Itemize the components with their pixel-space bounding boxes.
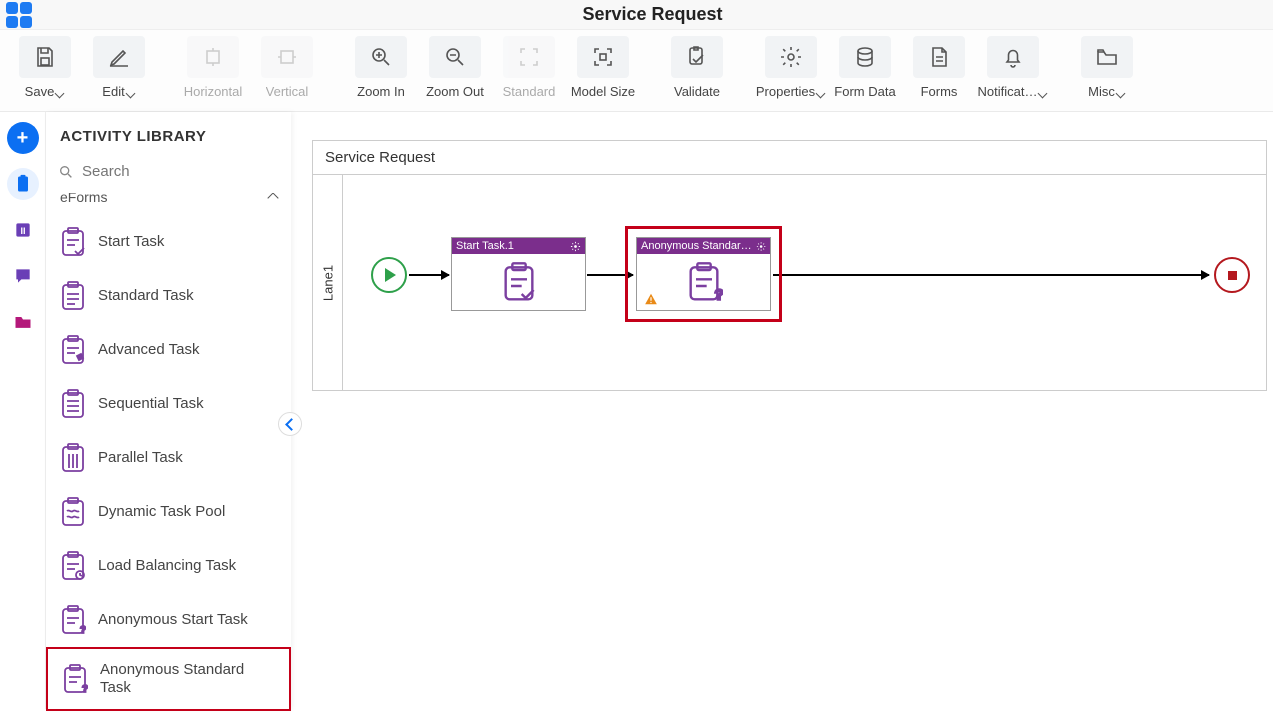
svg-text:?: ? (82, 684, 88, 694)
validate-icon (671, 36, 723, 78)
canvas-title: Service Request (313, 141, 1266, 175)
flow-arrow[interactable] (409, 274, 449, 276)
activity-library-tab[interactable] (7, 168, 39, 200)
activity-group-eforms[interactable]: eForms (46, 193, 291, 215)
zoom-standard-button: Standard (494, 36, 564, 99)
task-node-anonymous-standard-task[interactable]: Anonymous Standard T... ? (636, 237, 771, 311)
page-title: Service Request (32, 4, 1273, 25)
align-horizontal-button: Horizontal (178, 36, 248, 99)
chevron-down-icon (1117, 87, 1126, 96)
gear-icon (765, 36, 817, 78)
process-canvas[interactable]: Service Request Lane1 Start Task.1 (312, 140, 1267, 391)
zoom-model-size-button[interactable]: Model Size (568, 36, 638, 99)
flow-arrow[interactable] (587, 274, 633, 276)
align-vertical-icon (261, 36, 313, 78)
edit-button[interactable]: Edit (84, 36, 154, 99)
comments-tab[interactable] (7, 260, 39, 292)
variables-tab[interactable]: II (7, 214, 39, 246)
svg-text:II: II (20, 226, 25, 236)
svg-text:?: ? (80, 625, 86, 635)
canvas-area: Service Request Lane1 Start Task.1 (300, 140, 1273, 709)
chevron-up-icon (269, 193, 277, 205)
zoom-in-icon (355, 36, 407, 78)
database-icon (839, 36, 891, 78)
activity-parallel-task[interactable]: Parallel Task (46, 431, 291, 485)
lane-body[interactable]: Start Task.1 Anonymous Standard T... ? (343, 175, 1266, 390)
zoom-in-button[interactable]: Zoom In (346, 36, 416, 99)
end-event[interactable] (1214, 257, 1250, 293)
chevron-down-icon (1039, 87, 1048, 96)
activity-dynamic-task-pool[interactable]: Dynamic Task Pool (46, 485, 291, 539)
chevron-down-icon (817, 87, 826, 96)
zoom-model-size-icon (577, 36, 629, 78)
clipboard-check-icon (500, 262, 538, 302)
activity-advanced-task[interactable]: Advanced Task (46, 323, 291, 377)
flow-arrow[interactable] (773, 274, 1209, 276)
activity-sequential-task[interactable]: Sequential Task (46, 377, 291, 431)
activity-load-balancing-task[interactable]: Load Balancing Task (46, 539, 291, 593)
task-node-title: Start Task.1 (456, 240, 514, 252)
zoom-standard-icon (503, 36, 555, 78)
activity-library-title: ACTIVITY LIBRARY (46, 112, 291, 153)
lane-label[interactable]: Lane1 (313, 175, 343, 390)
activity-start-task[interactable]: Start Task (46, 215, 291, 269)
search-input[interactable] (82, 157, 279, 186)
chevron-down-icon (127, 87, 136, 96)
activity-library-search[interactable] (58, 157, 279, 187)
notifications-button[interactable]: Notificat… (978, 36, 1048, 99)
save-icon (19, 36, 71, 78)
activity-library-panel: ACTIVITY LIBRARY eForms Start Task Stand… (46, 112, 291, 709)
save-button[interactable]: Save (10, 36, 80, 99)
activity-anonymous-standard-task[interactable]: ? Anonymous Standard Task (46, 647, 291, 711)
activity-list: Start Task Standard Task Advanced Task S… (46, 215, 291, 716)
collapse-panel-button[interactable] (278, 412, 302, 436)
app-header: Service Request (0, 0, 1273, 30)
clipboard-question-icon: ? (685, 262, 723, 302)
folder-icon (1081, 36, 1133, 78)
align-vertical-button: Vertical (252, 36, 322, 99)
left-rail: + II (0, 112, 46, 709)
validate-button[interactable]: Validate (662, 36, 732, 99)
properties-button[interactable]: Properties (756, 36, 826, 99)
search-icon (58, 163, 74, 181)
start-event[interactable] (371, 257, 407, 293)
activity-anonymous-start-task[interactable]: ? Anonymous Start Task (46, 593, 291, 647)
form-data-button[interactable]: Form Data (830, 36, 900, 99)
zoom-out-button[interactable]: Zoom Out (420, 36, 490, 99)
app-logo-icon[interactable] (6, 2, 32, 28)
gear-icon[interactable] (570, 241, 581, 252)
svg-text:?: ? (714, 287, 722, 302)
chevron-down-icon (56, 87, 65, 96)
activity-standard-task[interactable]: Standard Task (46, 269, 291, 323)
gear-icon[interactable] (756, 241, 766, 252)
align-horizontal-icon (187, 36, 239, 78)
zoom-out-icon (429, 36, 481, 78)
edit-icon (93, 36, 145, 78)
task-node-title: Anonymous Standard T... (641, 240, 756, 252)
add-button[interactable]: + (7, 122, 39, 154)
task-node-start-task[interactable]: Start Task.1 (451, 237, 586, 311)
bell-icon (987, 36, 1039, 78)
files-tab[interactable] (7, 306, 39, 338)
toolbar: Save Edit Horizontal Vertical (0, 30, 1273, 112)
forms-button[interactable]: Forms (904, 36, 974, 99)
document-icon (913, 36, 965, 78)
misc-button[interactable]: Misc (1072, 36, 1142, 99)
warning-icon (643, 292, 659, 306)
